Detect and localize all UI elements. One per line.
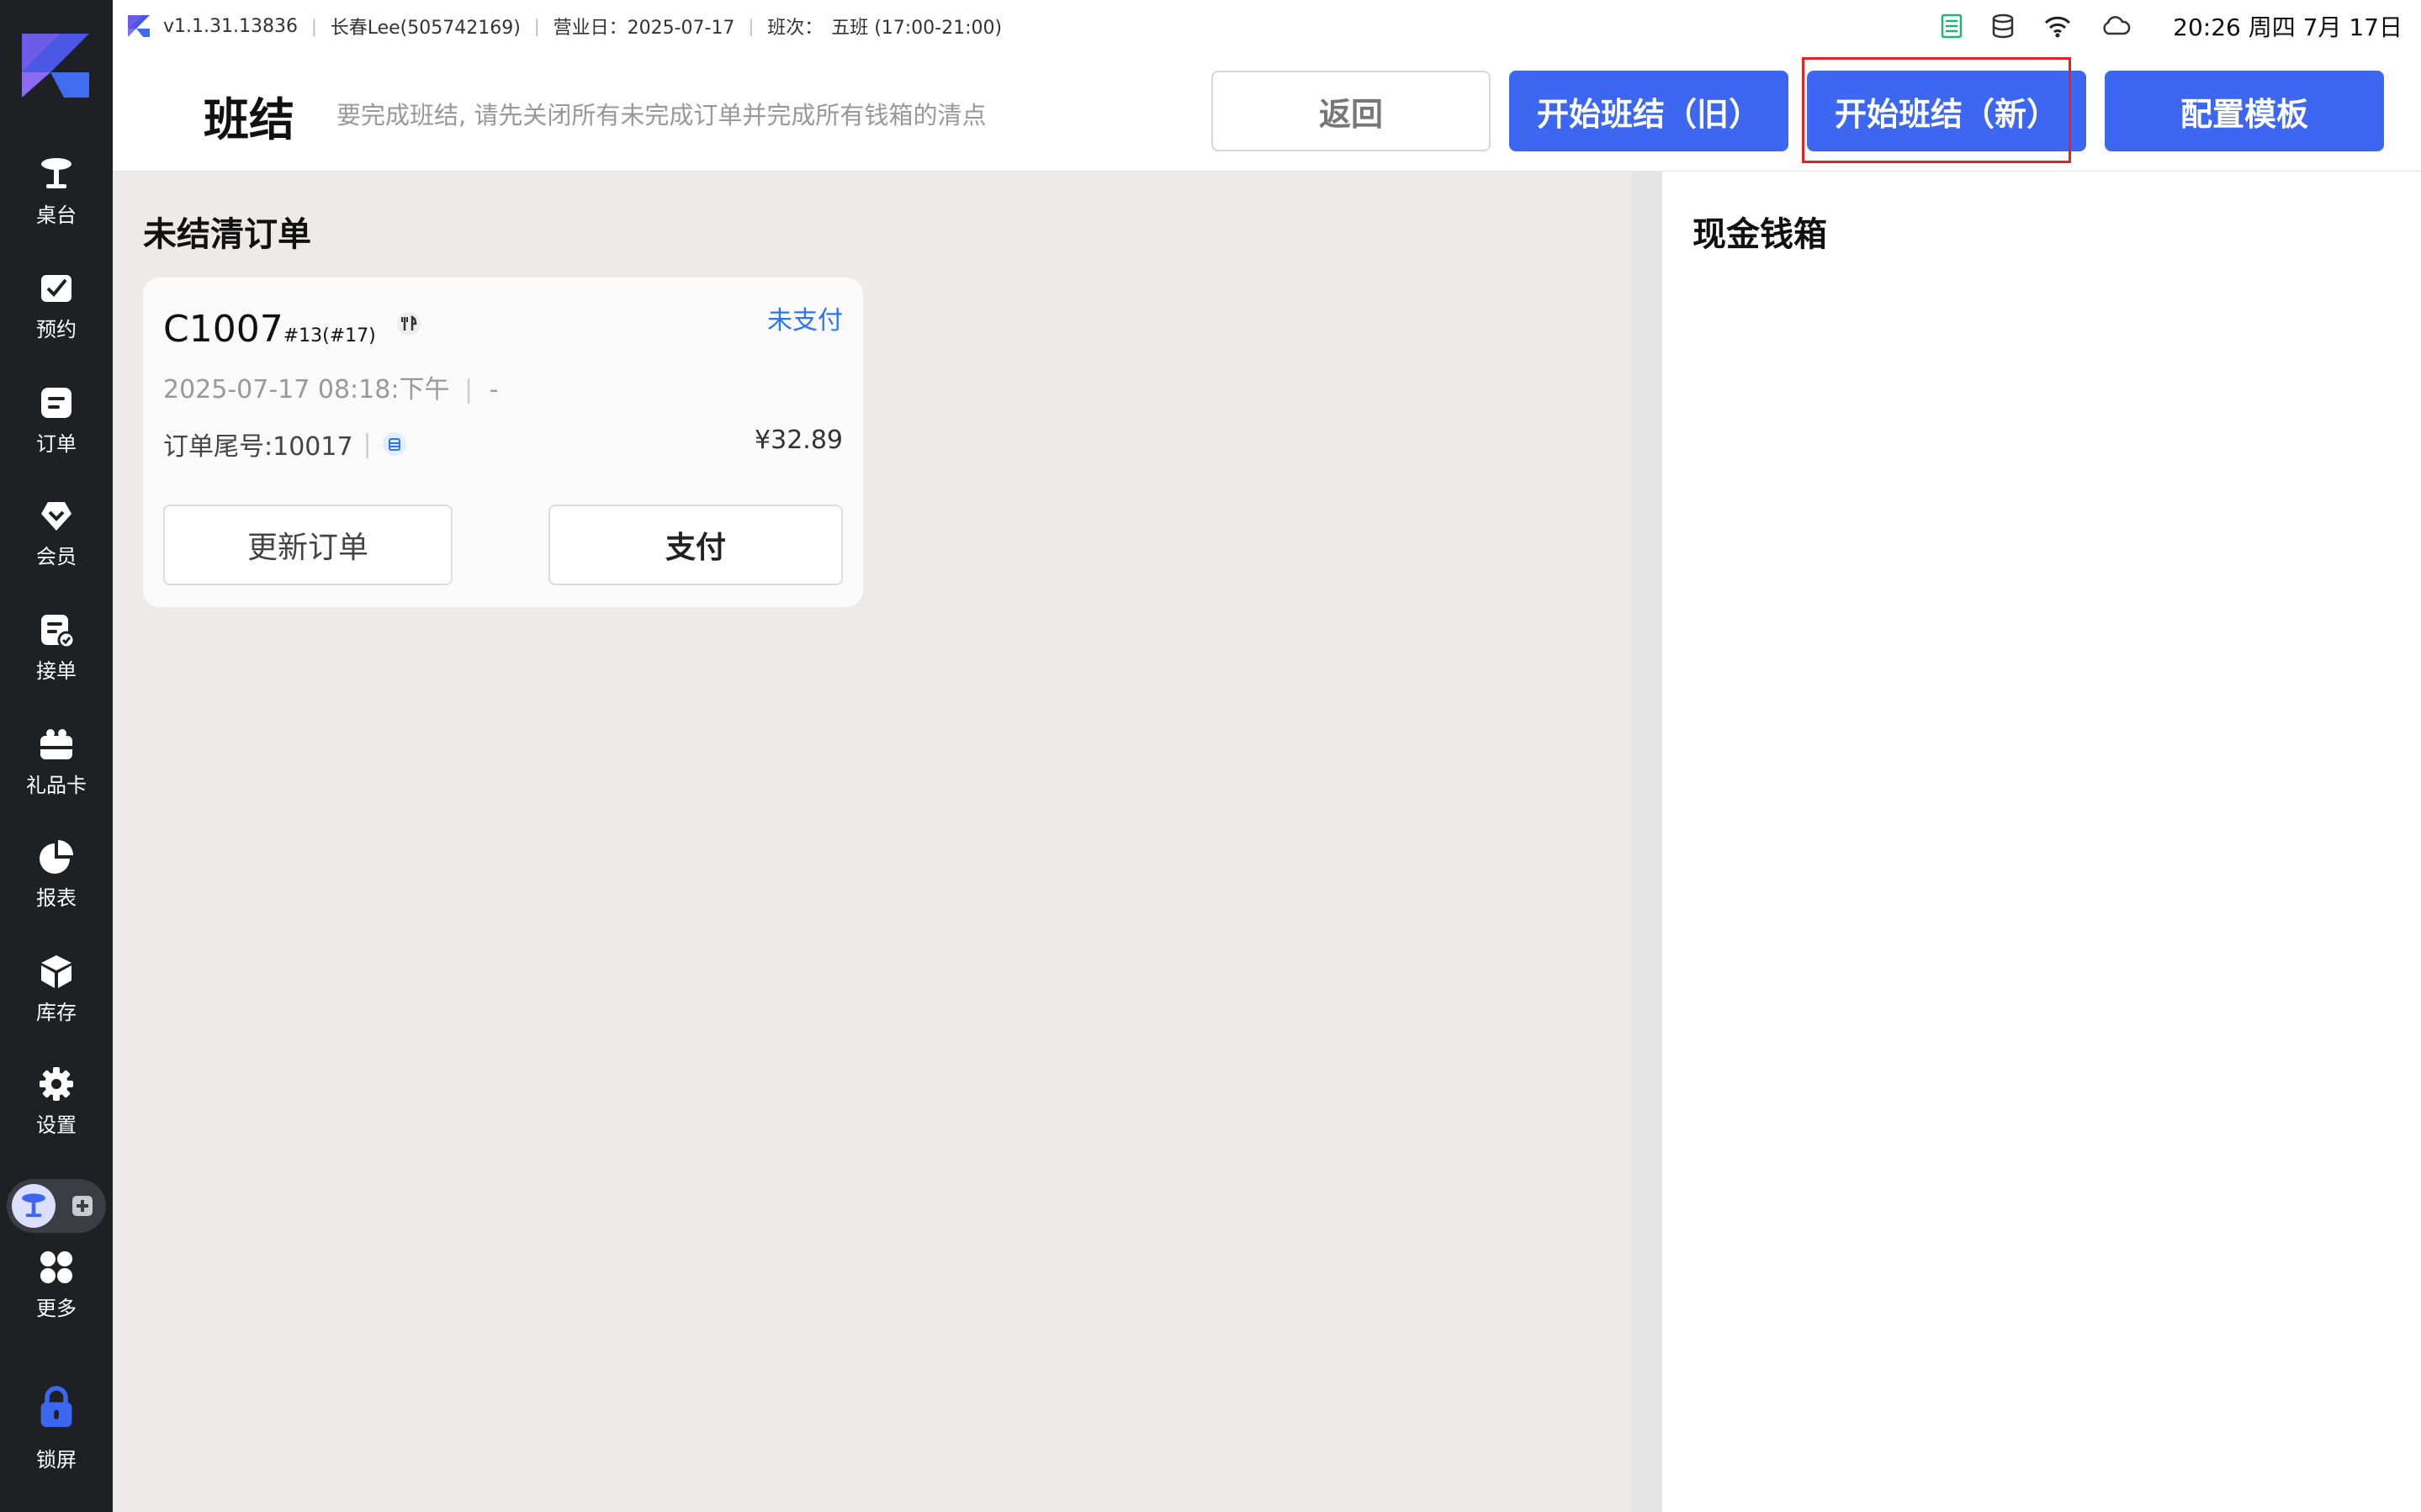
order-tail-line: 订单尾号:10017 | [163, 426, 407, 463]
separator: | [363, 429, 372, 459]
settings-icon [37, 1065, 76, 1103]
status-bar: v1.1.31.13836 | 长春Lee(505742169) | 营业日：2… [113, 0, 2421, 52]
sidebar-item-label: 订单 [36, 432, 77, 456]
lock-icon [37, 1386, 76, 1427]
table-mode-icon [12, 1184, 56, 1228]
sidebar-item-accept-order[interactable]: 接单 [0, 611, 113, 711]
more-icon [37, 1248, 76, 1287]
order-table-ref: #13(#17) [283, 325, 376, 346]
reservation-icon [37, 269, 76, 308]
current-user: 长春Lee(505742169) [330, 18, 521, 39]
order-tail-number: 订单尾号:10017 [163, 432, 353, 462]
order-time: 2025-07-17 08:18:下午 [163, 375, 450, 404]
dine-in-icon [396, 312, 421, 336]
order-mode-icon [67, 1191, 98, 1221]
cloud-icon[interactable] [2100, 15, 2131, 37]
sidebar-item-inventory[interactable]: 库存 [0, 952, 113, 1053]
cash-box-panel: 现金钱箱 [1662, 172, 2421, 1512]
app-version: v1.1.31.13836 [163, 15, 298, 37]
unsettled-orders-panel: 未结清订单 C1007#13(#17) 未支付 2025-07-17 08:18… [113, 172, 1632, 1512]
database-icon[interactable] [1991, 13, 2015, 39]
sidebar-item-label: 桌台 [36, 204, 77, 227]
config-template-button[interactable]: 配置模板 [2105, 71, 2384, 151]
separator: | [533, 16, 540, 36]
order-icon [37, 383, 76, 422]
sidebar-item-reservation[interactable]: 预约 [0, 269, 113, 370]
pay-button[interactable]: 支付 [548, 505, 843, 585]
sidebar-item-report[interactable]: 报表 [0, 838, 113, 938]
app-small-logo [128, 15, 150, 37]
sidebar-item-table[interactable]: 桌台 [0, 155, 113, 256]
sidebar-item-label: 接单 [36, 659, 77, 683]
inventory-icon [37, 952, 76, 991]
app-logo [22, 34, 89, 98]
sidebar: 桌台 预约 订单 会员 接单 礼品卡 报表 库存 设置 更多 锁屏 [0, 0, 113, 1512]
sidebar-item-label: 报表 [36, 886, 77, 910]
sidebar-item-gift-card[interactable]: 礼品卡 [0, 725, 113, 826]
sidebar-item-settings[interactable]: 设置 [0, 1065, 113, 1166]
order-card[interactable]: C1007#13(#17) 未支付 2025-07-17 08:18:下午 | … [143, 278, 863, 607]
clock: 20:26 周四 7月 17日 [2173, 13, 2402, 41]
sidebar-item-label: 库存 [36, 1001, 77, 1024]
sidebar-item-orders[interactable]: 订单 [0, 383, 113, 484]
status-icons: 20:26 周四 7月 17日 [1941, 0, 2402, 52]
unsettled-orders-title: 未结清订单 [143, 215, 311, 254]
mode-toggle[interactable] [7, 1179, 106, 1233]
order-status: 未支付 [767, 306, 843, 336]
sidebar-item-label: 锁屏 [36, 1448, 77, 1472]
start-shift-close-new-button[interactable]: 开始班结（新） [1807, 71, 2086, 151]
separator: | [748, 16, 755, 36]
order-number: C1007 [163, 308, 283, 351]
member-icon [37, 496, 76, 535]
sidebar-item-label: 更多 [36, 1297, 77, 1320]
sidebar-item-label: 礼品卡 [26, 774, 87, 797]
shift-label: 班次： [767, 18, 824, 39]
page-hint: 要完成班结, 请先关闭所有未完成订单并完成所有钱箱的清点 [336, 101, 987, 130]
sidebar-item-label: 设置 [36, 1113, 77, 1137]
accept-order-icon [37, 611, 76, 649]
gift-card-icon [37, 725, 76, 764]
sidebar-item-label: 会员 [36, 545, 77, 568]
back-button[interactable]: 返回 [1211, 71, 1491, 151]
order-source-icon [382, 432, 406, 456]
separator: | [464, 375, 474, 404]
sidebar-item-label: 预约 [36, 318, 77, 341]
business-day: 营业日：2025-07-17 [553, 18, 735, 39]
wifi-icon[interactable] [2043, 14, 2072, 38]
separator: | [310, 16, 317, 36]
sidebar-item-more[interactable]: 更多 [0, 1248, 113, 1349]
sidebar-item-member[interactable]: 会员 [0, 496, 113, 597]
start-shift-close-old-button[interactable]: 开始班结（旧） [1509, 71, 1788, 151]
cash-box-title: 现金钱箱 [1693, 215, 1827, 254]
shift-value: 五班 (17:00-21:00) [831, 18, 1003, 39]
report-icon [37, 838, 76, 876]
order-time-line: 2025-07-17 08:18:下午 | - [163, 368, 498, 405]
page-title: 班结 [204, 93, 294, 146]
order-time-extra: - [489, 375, 499, 404]
page-header: 班结 要完成班结, 请先关闭所有未完成订单并完成所有钱箱的清点 返回 开始班结（… [113, 52, 2421, 172]
sidebar-item-lock[interactable]: 锁屏 [0, 1386, 113, 1488]
panel-divider [1632, 172, 1662, 1512]
printer-status-icon[interactable] [1941, 13, 1963, 39]
table-icon [37, 155, 76, 193]
order-amount: ¥32.89 [755, 426, 843, 455]
update-order-button[interactable]: 更新订单 [163, 505, 453, 585]
order-number-line: C1007#13(#17) [163, 308, 421, 351]
